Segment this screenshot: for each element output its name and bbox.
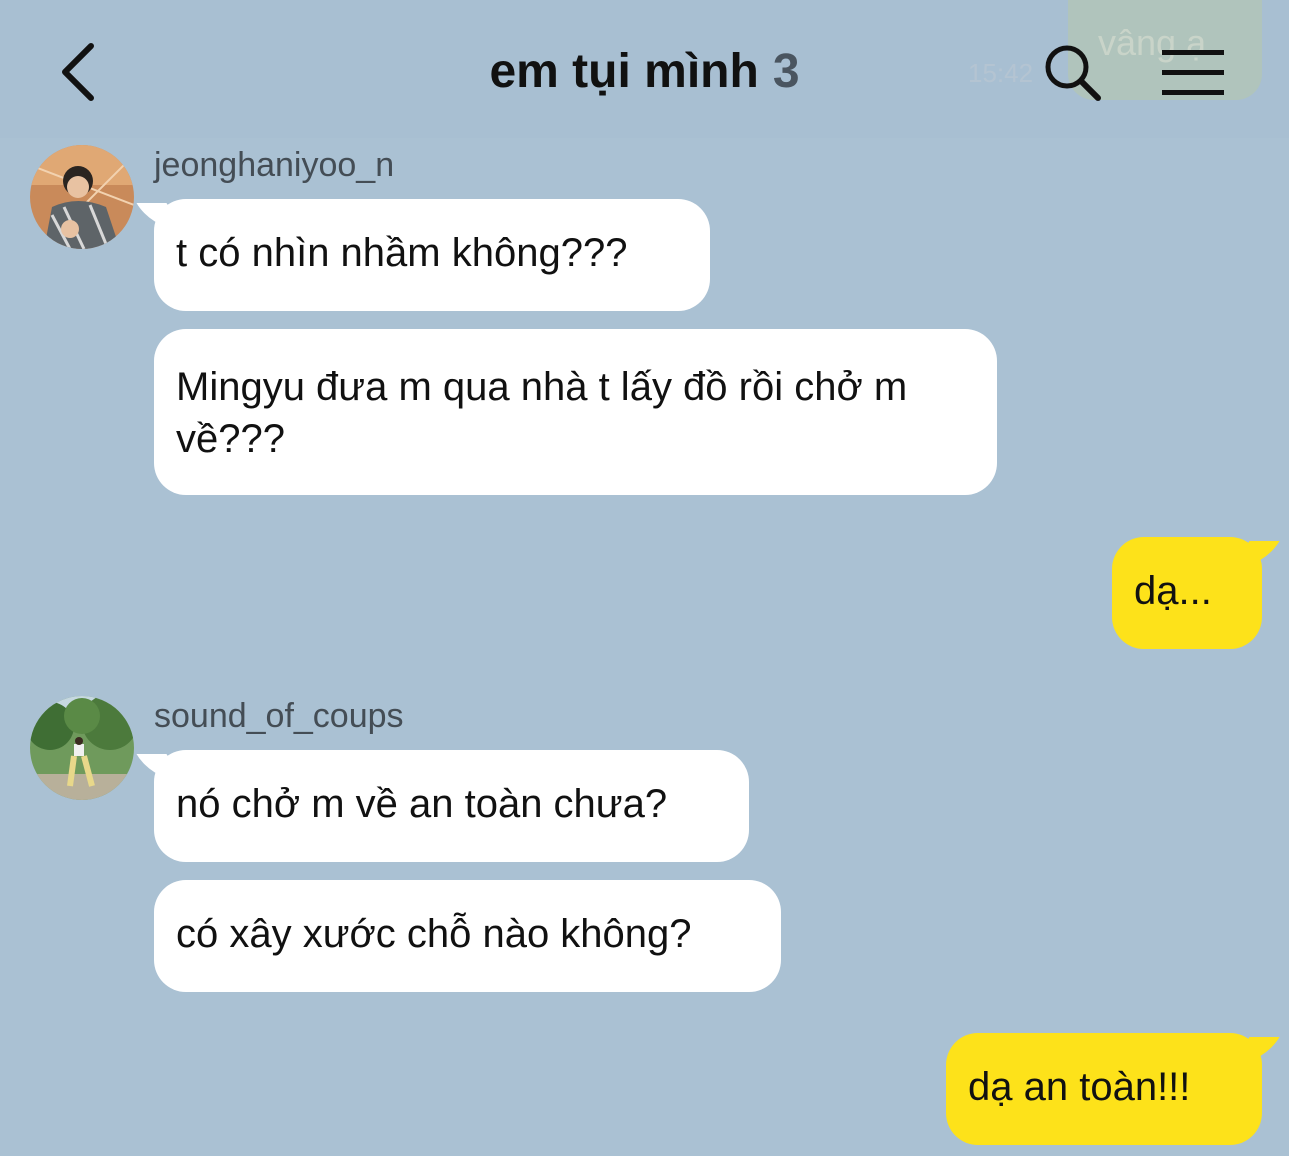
avatar-sound-of-coups[interactable] <box>30 696 134 800</box>
message-text: nó chở m về an toàn chưa? <box>176 782 668 826</box>
my-message-bubble[interactable]: dạ an toàn!!! <box>946 1033 1262 1145</box>
message-bubble[interactable]: t có nhìn nhầm không??? <box>154 199 710 311</box>
message-bubble[interactable]: Mingyu đưa m qua nhà t lấy đồ rồi chở m … <box>154 329 997 495</box>
search-button[interactable] <box>1042 42 1104 104</box>
search-icon <box>1045 45 1101 101</box>
message-bubble[interactable]: nó chở m về an toàn chưa? <box>154 750 749 862</box>
sender-name: sound_of_coups <box>154 697 404 735</box>
avatar-jeonghaniyoo-n[interactable] <box>30 145 134 249</box>
message-text: dạ an toàn!!! <box>968 1065 1191 1109</box>
profile-photo <box>30 696 134 800</box>
menu-button[interactable] <box>1160 48 1226 98</box>
message-text: Mingyu đưa m qua nhà t lấy đồ rồi chở m … <box>176 365 908 461</box>
sender-name: jeonghaniyoo_n <box>154 146 395 184</box>
my-message-bubble[interactable]: dạ... <box>1112 537 1262 649</box>
hamburger-menu-icon <box>1162 50 1224 95</box>
message-bubble[interactable]: có xây xước chỗ nào không? <box>154 880 781 992</box>
member-count: 3 <box>772 45 800 98</box>
chat-room-name: em tụi mình <box>489 45 759 98</box>
message-text: t có nhìn nhầm không??? <box>176 231 628 275</box>
profile-photo <box>30 145 134 249</box>
message-text: dạ... <box>1134 569 1212 613</box>
message-text: có xây xước chỗ nào không? <box>176 912 692 956</box>
